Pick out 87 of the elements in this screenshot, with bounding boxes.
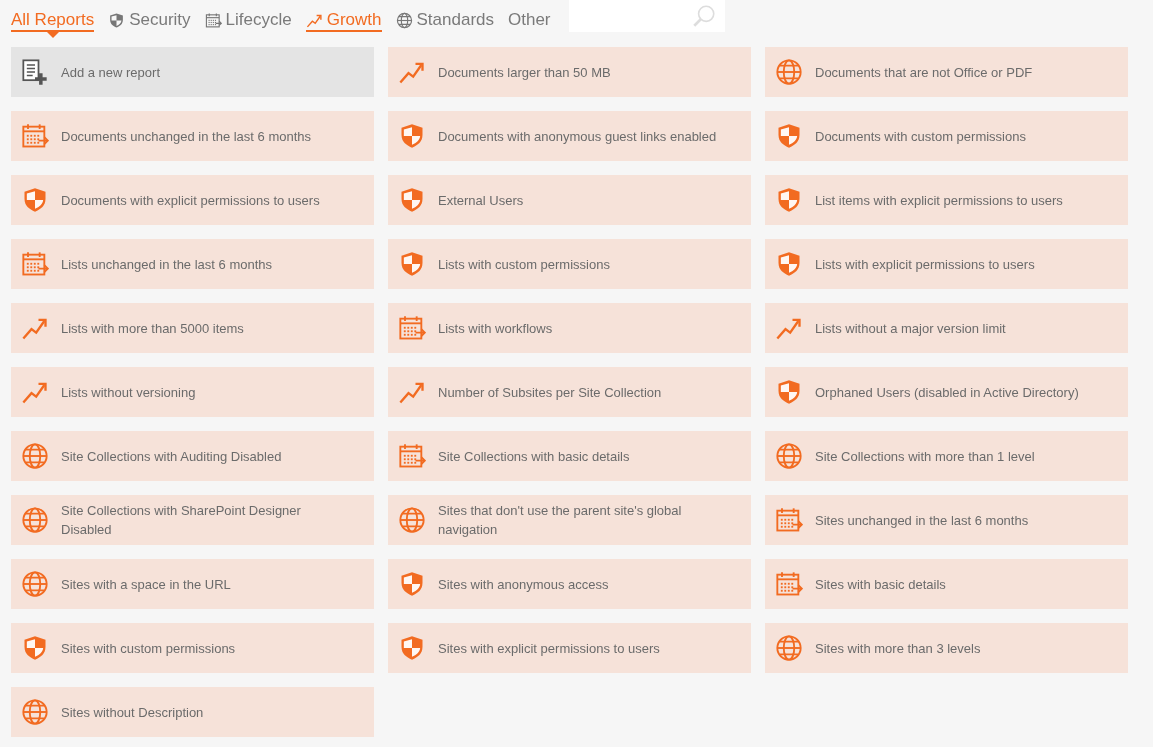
globe-icon <box>21 442 49 470</box>
globe-icon <box>775 442 803 470</box>
filter-tab[interactable]: Growth <box>305 0 382 38</box>
report-tile[interactable]: Sites with anonymous access <box>388 559 751 609</box>
report-tile[interactable]: Number of Subsites per Site Collection <box>388 367 751 417</box>
globe-icon <box>21 506 49 534</box>
report-tile[interactable]: Documents larger than 50 MB <box>388 47 751 97</box>
report-tile[interactable]: Lists unchanged in the last 6 months <box>11 239 374 289</box>
globe-icon <box>775 58 803 86</box>
report-title: Lists without a major version limit <box>815 319 1006 338</box>
report-title: Site Collections with basic details <box>438 447 630 466</box>
globe-icon <box>21 698 49 726</box>
report-title: Documents that are not Office or PDF <box>815 63 1033 82</box>
report-title: Site Collections with SharePoint Designer Disabled <box>61 502 302 539</box>
report-tile[interactable]: Site Collections with more than 1 level <box>765 431 1128 481</box>
report-tile[interactable]: Sites that don't use the parent site's global navigation <box>388 495 751 545</box>
calendar-icon <box>775 506 803 534</box>
report-tile[interactable]: Documents with custom permissions <box>765 111 1128 161</box>
calendar-icon <box>398 314 426 342</box>
report-title: Lists with explicit permissions to users <box>815 255 1035 274</box>
filter-tab[interactable]: All Reports <box>11 0 95 38</box>
report-title: External Users <box>438 191 524 210</box>
report-title: Sites with more than 3 levels <box>815 639 981 658</box>
report-title: Sites without Description <box>61 703 204 722</box>
report-title: Sites that don't use the parent site's global navigation <box>438 502 683 539</box>
report-title: Lists without versioning <box>61 383 196 402</box>
calendar-icon <box>398 442 426 470</box>
report-title: Documents larger than 50 MB <box>438 63 611 82</box>
report-title: Documents with anonymous guest links enabled <box>438 127 717 146</box>
calendar-icon <box>21 250 49 278</box>
report-title: Add a new report <box>61 63 160 82</box>
filter-tab[interactable]: Lifecycle <box>204 0 292 38</box>
report-title: Lists with custom permissions <box>438 255 610 274</box>
report-tile[interactable]: Site Collections with SharePoint Designer Disabled <box>11 495 374 545</box>
calendar-icon <box>21 122 49 150</box>
filter-tab[interactable]: Security <box>108 0 191 38</box>
report-tile[interactable]: Sites with custom permissions <box>11 623 374 673</box>
report-title: List items with explicit permissions to users <box>815 191 1063 210</box>
report-tile[interactable]: Sites with explicit permissions to users <box>388 623 751 673</box>
report-tile[interactable]: Lists with workflows <box>388 303 751 353</box>
globe-icon <box>395 11 413 29</box>
report-title: Sites with basic details <box>815 575 946 594</box>
globe-icon <box>21 570 49 598</box>
report-tile[interactable]: Documents that are not Office or PDF <box>765 47 1128 97</box>
report-title: Sites with a space in the URL <box>61 575 231 594</box>
report-tile[interactable]: Sites with more than 3 levels <box>765 623 1128 673</box>
report-title: Lists with workflows <box>438 319 553 338</box>
report-title: Documents with custom permissions <box>815 127 1026 146</box>
report-title: Lists with more than 5000 items <box>61 319 244 338</box>
report-title: Documents with explicit permissions to users <box>61 191 320 210</box>
report-tile[interactable]: Documents with anonymous guest links enabled <box>388 111 751 161</box>
filter-tab[interactable]: Other <box>508 0 551 38</box>
report-tile[interactable]: External Users <box>388 175 751 225</box>
report-tile[interactable]: Sites with a space in the URL <box>11 559 374 609</box>
calendar-icon <box>775 570 803 598</box>
report-title: Lists unchanged in the last 6 months <box>61 255 273 274</box>
report-tile[interactable]: Sites unchanged in the last 6 months <box>765 495 1128 545</box>
report-title: Sites with custom permissions <box>61 639 236 658</box>
filter-tab[interactable]: Standards <box>395 0 494 38</box>
report-title: Site Collections with Auditing Disabled <box>61 447 282 466</box>
globe-icon <box>398 506 426 534</box>
report-title: Site Collections with more than 1 level <box>815 447 1035 466</box>
report-tile[interactable]: Lists without versioning <box>11 367 374 417</box>
report-tile[interactable]: Site Collections with basic details <box>388 431 751 481</box>
report-tile[interactable]: List items with explicit permissions to users <box>765 175 1128 225</box>
report-tile[interactable]: Lists with more than 5000 items <box>11 303 374 353</box>
report-tile[interactable]: Lists with custom permissions <box>388 239 751 289</box>
add-report-button[interactable]: Add a new report <box>11 47 374 97</box>
report-title: Documents unchanged in the last 6 months <box>61 127 312 146</box>
calendar-icon <box>204 11 222 29</box>
search-field[interactable] <box>568 0 725 32</box>
report-title: Sites with explicit permissions to users <box>438 639 660 658</box>
report-tile[interactable]: Site Collections with Auditing Disabled <box>11 431 374 481</box>
add-document-icon <box>21 58 49 86</box>
report-tile[interactable]: Lists with explicit permissions to users <box>765 239 1128 289</box>
report-tile[interactable]: Sites with basic details <box>765 559 1128 609</box>
shield-icon <box>108 11 126 29</box>
report-tile[interactable]: Documents with explicit permissions to users <box>11 175 374 225</box>
report-tile[interactable]: Orphaned Users (disabled in Active Directory) <box>765 367 1128 417</box>
globe-icon <box>775 634 803 662</box>
report-title: Orphaned Users (disabled in Active Directory) <box>815 383 1079 402</box>
report-tile[interactable]: Sites without Description <box>11 687 374 737</box>
report-title: Sites with anonymous access <box>438 575 609 594</box>
report-tile[interactable]: Lists without a major version limit <box>765 303 1128 353</box>
report-tile[interactable]: Documents unchanged in the last 6 months <box>11 111 374 161</box>
report-title: Number of Subsites per Site Collection <box>438 383 662 402</box>
report-title: Sites unchanged in the last 6 months <box>815 511 1029 530</box>
